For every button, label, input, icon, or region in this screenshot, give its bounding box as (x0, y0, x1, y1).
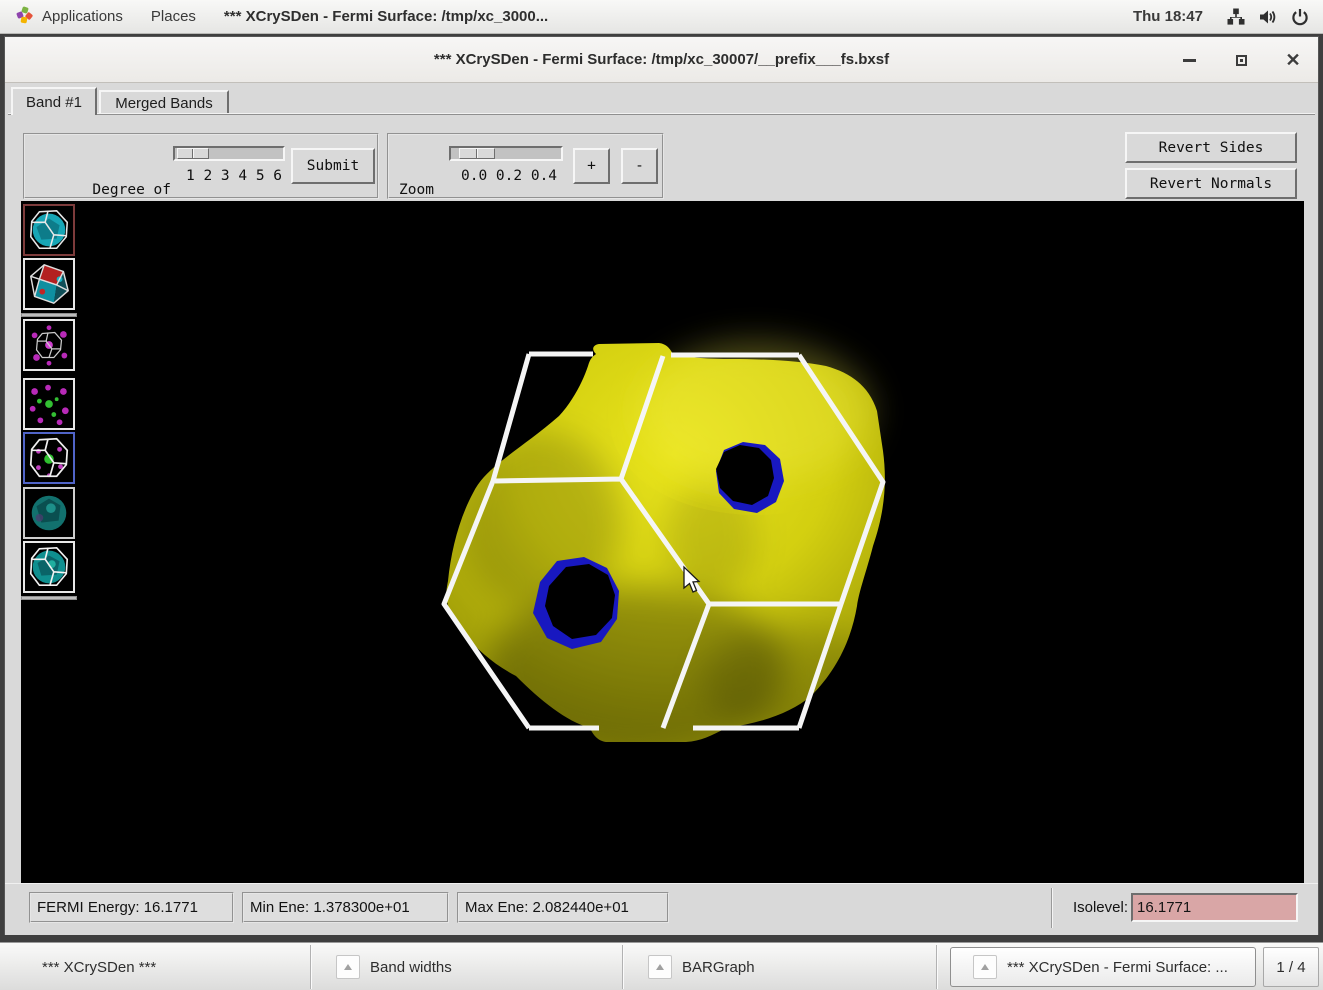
statusbar: FERMI Energy: 16.1771 Min Ene: 1.378300e… (5, 883, 1318, 935)
revert-sides-button[interactable]: Revert Sides (1125, 132, 1297, 163)
network-icon[interactable] (1223, 4, 1249, 30)
clock[interactable]: Thu 18:47 (1119, 8, 1217, 25)
close-button[interactable]: ✕ (1282, 49, 1304, 71)
taskbar-item-fermi-surface[interactable]: *** XCrySDen - Fermi Surface: ... (950, 947, 1256, 987)
applications-icon (14, 5, 34, 29)
minimize-button[interactable] (1178, 49, 1200, 71)
applications-menu[interactable]: Applications (0, 0, 137, 33)
window-list-taskbar: *** XCrySDen *** Band widths BARGraph **… (0, 942, 1323, 990)
fermi-surface (446, 341, 885, 756)
taskbar-item-xcrysden[interactable]: *** XCrySDen *** (2, 943, 308, 990)
zoom-step-slider[interactable] (449, 146, 563, 161)
zoom-out-button[interactable]: - (621, 148, 658, 184)
revert-normals-button[interactable]: Revert Normals (1125, 168, 1297, 199)
window-controls: ✕ (1178, 37, 1304, 83)
volume-icon[interactable] (1255, 4, 1281, 30)
taskbar-item-bargraph[interactable]: BARGraph (626, 943, 932, 990)
submit-button[interactable]: Submit (291, 148, 375, 184)
fermi-surface-scene (21, 201, 1304, 883)
workspace-pager[interactable]: 1 / 4 (1263, 947, 1319, 987)
window-titlebar[interactable]: *** XCrySDen - Fermi Surface: /tmp/xc_30… (5, 37, 1318, 83)
maximize-button[interactable] (1230, 49, 1252, 71)
xcrysden-fermi-window: *** XCrySDen - Fermi Surface: /tmp/xc_30… (4, 36, 1319, 935)
taskbar-divider (936, 945, 938, 989)
notebook-edge (8, 113, 1315, 115)
interpolation-frame: Degree of Interpolation: 1 2 3 4 5 6 Sub… (23, 133, 379, 199)
statusbar-separator (1051, 888, 1053, 928)
panel-active-window-item[interactable]: *** XCrySDen - Fermi Surface: /tmp/xc_30… (210, 0, 562, 33)
isolevel-label: Isolevel: (1063, 892, 1128, 923)
tab-band-1[interactable]: Band #1 (11, 87, 97, 115)
isolevel-input[interactable] (1131, 893, 1298, 922)
zoom-frame: Zoom Step: 0.0 0.2 0.4 + - (387, 133, 664, 199)
taskbar-divider (622, 945, 624, 989)
window-title: *** XCrySDen - Fermi Surface: /tmp/xc_30… (434, 51, 889, 68)
taskbar-item-band-widths[interactable]: Band widths (314, 943, 620, 990)
window-icon (973, 955, 997, 979)
window-icon (336, 955, 360, 979)
zoom-in-button[interactable]: + (573, 148, 610, 184)
interpolation-slider[interactable] (173, 146, 285, 161)
tab-merged-bands[interactable]: Merged Bands (99, 90, 229, 115)
fermi-surface-viewport[interactable] (21, 201, 1304, 883)
zoom-step-ticks: 0.0 0.2 0.4 (461, 168, 557, 184)
interpolation-ticks: 1 2 3 4 5 6 (186, 168, 282, 184)
panel-status-area: Thu 18:47 (1119, 4, 1323, 30)
top-panel: Applications Places *** XCrySDen - Fermi… (0, 0, 1323, 34)
zoom-step-slider-handle[interactable] (459, 148, 495, 159)
applications-label: Applications (42, 8, 123, 25)
window-icon (648, 955, 672, 979)
interpolation-slider-handle[interactable] (177, 148, 209, 159)
max-energy-box: Max Ene: 2.082440e+01 (457, 892, 669, 923)
power-icon[interactable] (1287, 4, 1313, 30)
places-label: Places (151, 8, 196, 25)
places-menu[interactable]: Places (137, 0, 210, 33)
min-energy-box: Min Ene: 1.378300e+01 (242, 892, 449, 923)
taskbar-divider (310, 945, 312, 989)
desktop: Applications Places *** XCrySDen - Fermi… (0, 0, 1323, 990)
fermi-energy-box: FERMI Energy: 16.1771 (29, 892, 234, 923)
